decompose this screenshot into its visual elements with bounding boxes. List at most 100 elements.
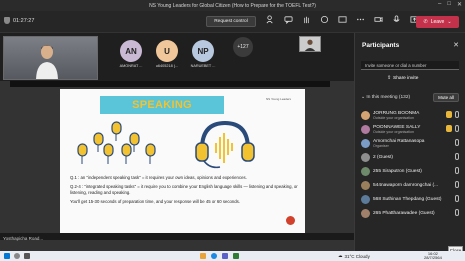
slide-paragraph: Q.2-4 : "integrated speaking tasks" = it… bbox=[70, 184, 298, 195]
microphones-illustration bbox=[77, 121, 156, 164]
slide-banner: SPEAKING bbox=[100, 96, 224, 114]
video-strip: AN AMONRAT ... U u6405218 (... NP NARUEB… bbox=[0, 33, 354, 81]
avatar: U bbox=[156, 40, 178, 62]
participant-row[interactable]: POONNAWEE SALLY Outside your organisation bbox=[361, 122, 465, 136]
shared-screen: SPEAKING NS Young Leaders Q.1: an "inde… bbox=[0, 81, 354, 261]
avatar bbox=[361, 180, 370, 190]
window-title: NS Young Leaders for Global Citizen (How… bbox=[149, 2, 316, 9]
camera-icon[interactable] bbox=[373, 15, 383, 28]
participant-row[interactable]: 265 Phattharawadee (Guest) bbox=[361, 206, 465, 220]
share-top-bar bbox=[10, 81, 330, 87]
invite-input[interactable]: Invite someone or dial a number bbox=[361, 61, 459, 70]
title-bar: NS Young Leaders for Global Citizen (How… bbox=[0, 0, 465, 11]
mic-icon bbox=[455, 181, 459, 188]
participant-row[interactable]: 544nawaporn damrongchai (... bbox=[361, 178, 465, 192]
avatar bbox=[361, 152, 370, 162]
edge-icon[interactable] bbox=[211, 253, 217, 259]
participant-list: JORRUNG BOONMA Outside your organisation … bbox=[361, 108, 465, 220]
share-invite-button[interactable]: ⇪ Share invite bbox=[387, 76, 418, 81]
view-icon[interactable] bbox=[337, 15, 347, 28]
participants-panel: Participants ✕ Invite someone or dial a … bbox=[354, 33, 465, 255]
taskbar-left bbox=[4, 253, 30, 259]
person-silhouette bbox=[36, 45, 58, 79]
cloud-icon: ☁ bbox=[338, 253, 343, 258]
leave-label: Leave bbox=[430, 19, 445, 25]
close-window-icon[interactable]: ✕ bbox=[457, 1, 462, 8]
leave-button[interactable]: ✆ Leave ⌄ bbox=[416, 16, 459, 28]
mute-all-button[interactable]: Mute all bbox=[433, 93, 459, 102]
slide-banner-text: SPEAKING bbox=[132, 99, 192, 111]
reactions-icon[interactable] bbox=[319, 15, 329, 28]
taskbar: ☁ 31°C Cloudy 16:02 28/7/2564 bbox=[0, 251, 465, 261]
shield-icon bbox=[4, 17, 10, 24]
avatar bbox=[361, 110, 370, 120]
participant-row[interactable]: JORRUNG BOONMA Outside your organisation bbox=[361, 108, 465, 122]
weather-widget[interactable]: ☁ 31°C Cloudy bbox=[338, 253, 370, 259]
start-icon[interactable] bbox=[4, 253, 10, 259]
participant-role: Outside your organisation bbox=[373, 115, 414, 120]
participant-role: Outside your organisation bbox=[373, 129, 414, 134]
avatar-tile-1[interactable]: AN AMONRAT ... bbox=[116, 37, 146, 72]
maximize-icon[interactable]: □ bbox=[447, 1, 451, 8]
participant-name: 255 Siraputron (Guest) bbox=[373, 168, 422, 174]
share-invite-label: Share invite bbox=[393, 76, 419, 81]
avatar-tile-2[interactable]: U u6405218 (... bbox=[152, 37, 182, 72]
mic-icon bbox=[455, 125, 459, 132]
task-view-icon[interactable] bbox=[24, 253, 30, 259]
avatar bbox=[361, 194, 370, 204]
raised-hand-icon bbox=[446, 111, 452, 118]
taskbar-clock[interactable]: 16:02 28/7/2564 bbox=[424, 251, 442, 261]
avatar-name: u6405218 (... bbox=[155, 64, 179, 68]
chat-icon[interactable] bbox=[283, 15, 293, 28]
meeting-section-header[interactable]: ⌄ In this meeting (132) bbox=[361, 95, 410, 100]
avatar bbox=[361, 166, 370, 176]
participant-row[interactable]: 255 Siraputron (Guest) bbox=[361, 164, 465, 178]
minimize-icon[interactable]: – bbox=[438, 1, 441, 8]
window-controls: – □ ✕ bbox=[438, 1, 462, 8]
teams-icon[interactable] bbox=[222, 253, 228, 259]
weather-text: 31°C Cloudy bbox=[344, 253, 370, 259]
taskbar-apps bbox=[200, 253, 239, 259]
panel-title: Participants bbox=[362, 42, 400, 49]
close-icon[interactable]: ✕ bbox=[453, 41, 459, 49]
presentation-slide: SPEAKING NS Young Leaders Q.1: an "inde… bbox=[60, 89, 305, 235]
mic-icon[interactable] bbox=[391, 15, 401, 28]
mic-icon bbox=[455, 139, 459, 146]
slide-body: Q.1 : an "independent speaking task" = i… bbox=[70, 175, 298, 208]
more-participants-badge[interactable]: +127 bbox=[233, 37, 253, 57]
video-thumbnail[interactable] bbox=[299, 36, 321, 52]
headset-illustration bbox=[195, 120, 255, 169]
share-bottom-bar bbox=[0, 233, 354, 240]
hand-icon[interactable] bbox=[301, 15, 311, 28]
phone-icon: ✆ bbox=[423, 19, 428, 25]
meeting-timer: 01:27:27 bbox=[4, 17, 34, 24]
raised-hand-icon bbox=[446, 125, 452, 132]
mic-icon bbox=[455, 111, 459, 118]
avatar bbox=[361, 124, 370, 134]
self-video[interactable] bbox=[3, 36, 98, 80]
request-control-button[interactable]: Request control bbox=[206, 16, 256, 27]
participant-row[interactable]: 568 Suthinan Thepdang (Guest) bbox=[361, 192, 465, 206]
participant-role: Organiser bbox=[373, 143, 389, 148]
avatar-tile-3[interactable]: NP NARUEBET ... bbox=[188, 37, 218, 72]
more-icon[interactable] bbox=[355, 15, 365, 28]
record-indicator bbox=[286, 216, 295, 225]
chevron-down-icon: ⌄ bbox=[447, 19, 452, 25]
avatar-name: NARUEBET ... bbox=[190, 64, 216, 68]
share-icon: ⇪ bbox=[387, 76, 392, 81]
participant-row[interactable]: Amornchai Rattanasopa Organiser bbox=[361, 136, 465, 150]
mic-icon bbox=[455, 153, 459, 160]
excel-icon[interactable] bbox=[233, 253, 239, 259]
timer-text: 01:27:27 bbox=[13, 17, 35, 24]
search-icon[interactable] bbox=[14, 253, 20, 259]
clock-date: 28/7/2564 bbox=[424, 255, 442, 261]
file-explorer-icon[interactable] bbox=[200, 253, 206, 259]
avatar-name: AMONRAT ... bbox=[119, 64, 143, 68]
meeting-toolbar: 01:27:27 Request control ✆ Leave ⌄ bbox=[0, 11, 465, 33]
avatar bbox=[361, 138, 370, 148]
mic-icon bbox=[455, 209, 459, 216]
participant-row[interactable]: 2 (Guest) bbox=[361, 150, 465, 164]
toolbar-icons bbox=[265, 15, 419, 28]
people-icon[interactable] bbox=[265, 15, 275, 28]
slide-paragraph: You'll get 15-30 seconds of preparation … bbox=[70, 199, 241, 204]
